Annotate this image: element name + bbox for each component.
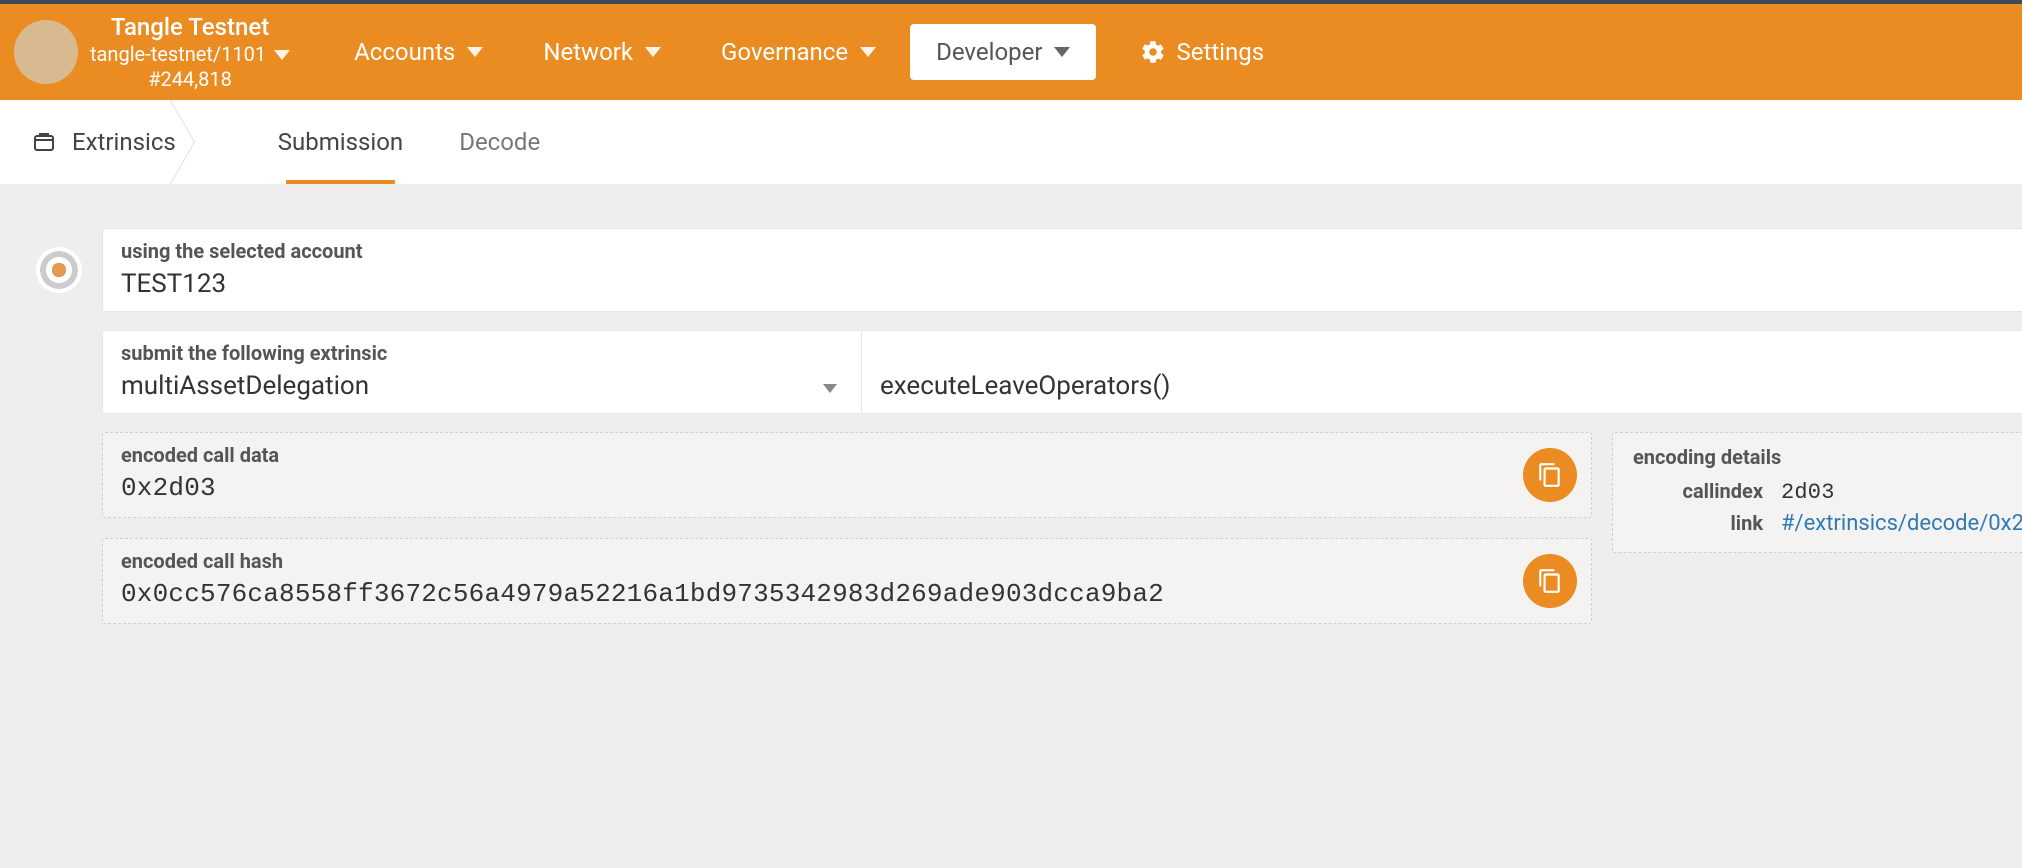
details-callindex-label: callindex bbox=[1633, 479, 1763, 503]
encoded-call-hash: encoded call hash 0x0cc576ca8558ff3672c5… bbox=[102, 538, 1592, 624]
sub-nav-bar: Extrinsics Submission Decode bbox=[0, 100, 2022, 184]
nav-settings[interactable]: Settings bbox=[1114, 24, 1290, 80]
nav-governance[interactable]: Governance bbox=[695, 24, 902, 80]
chevron-down-icon bbox=[274, 50, 290, 60]
breadcrumb-label: Extrinsics bbox=[72, 128, 176, 156]
extrinsic-row: submit the following extrinsic multiAsse… bbox=[102, 330, 2022, 414]
field-label: using the selected account bbox=[121, 239, 2022, 263]
chevron-down-icon bbox=[1054, 47, 1070, 57]
copy-icon bbox=[1537, 462, 1563, 488]
call-hash-value: 0x0cc576ca8558ff3672c56a4979a52216a1bd97… bbox=[121, 579, 1573, 609]
nav-label: Governance bbox=[721, 38, 848, 66]
account-identicon[interactable] bbox=[36, 247, 82, 293]
pallet-select[interactable]: submit the following extrinsic multiAsse… bbox=[102, 330, 862, 414]
nav-network[interactable]: Network bbox=[517, 24, 687, 80]
details-link-label: link bbox=[1633, 511, 1763, 535]
top-nav-bar: Tangle Testnet tangle-testnet/1101 #244,… bbox=[0, 0, 2022, 100]
field-label: submit the following extrinsic bbox=[121, 341, 843, 365]
breadcrumb-root[interactable]: Extrinsics bbox=[12, 100, 194, 184]
nav-label: Developer bbox=[936, 38, 1042, 66]
chevron-down-icon bbox=[823, 384, 837, 393]
block-number: #244,818 bbox=[148, 67, 232, 92]
call-select[interactable]: executeLeaveOperators() bbox=[862, 330, 2022, 414]
network-spec: tangle-testnet/1101 bbox=[90, 42, 266, 67]
chevron-down-icon bbox=[645, 47, 661, 57]
copy-icon bbox=[1537, 568, 1563, 594]
account-name: TEST123 bbox=[121, 269, 2022, 299]
chain-logo[interactable] bbox=[14, 20, 78, 84]
gear-icon bbox=[1140, 39, 1166, 65]
account-select[interactable]: using the selected account TEST123 bbox=[102, 228, 2022, 312]
copy-call-hash-button[interactable] bbox=[1523, 554, 1577, 608]
tab-decode[interactable]: Decode bbox=[431, 100, 568, 184]
chevron-down-icon bbox=[467, 47, 483, 57]
extrinsics-icon bbox=[30, 130, 58, 154]
encoded-call-data: encoded call data 0x2d03 bbox=[102, 432, 1592, 518]
nav-label: Network bbox=[543, 38, 633, 66]
network-selector[interactable]: Tangle Testnet tangle-testnet/1101 #244,… bbox=[90, 12, 290, 92]
field-label: encoded call hash bbox=[121, 549, 1573, 573]
call-data-value: 0x2d03 bbox=[121, 473, 1573, 503]
details-callindex-value: 2d03 bbox=[1781, 480, 1835, 505]
nav-accounts[interactable]: Accounts bbox=[328, 24, 509, 80]
copy-call-data-button[interactable] bbox=[1523, 448, 1577, 502]
details-title: encoding details bbox=[1633, 445, 2022, 469]
account-row: using the selected account TEST123 bbox=[36, 228, 2022, 312]
nav-developer[interactable]: Developer bbox=[910, 24, 1096, 80]
main-nav: Accounts Network Governance Developer Se… bbox=[328, 24, 1290, 80]
nav-label: Accounts bbox=[354, 38, 455, 66]
field-label: encoded call data bbox=[121, 443, 1573, 467]
tab-label: Submission bbox=[278, 128, 403, 156]
encoded-section: encoded call data 0x2d03 encoded call ha… bbox=[102, 432, 2022, 624]
encoding-details: encoding details callindex 2d03 link #/e… bbox=[1612, 432, 2022, 553]
tab-submission[interactable]: Submission bbox=[250, 100, 431, 184]
breadcrumb-separator bbox=[194, 100, 250, 184]
network-name: Tangle Testnet bbox=[111, 12, 269, 42]
details-decode-link[interactable]: #/extrinsics/decode/0x2 bbox=[1781, 511, 2022, 536]
call-value: executeLeaveOperators() bbox=[880, 347, 1170, 401]
tab-label: Decode bbox=[459, 128, 540, 156]
pallet-value: multiAssetDelegation bbox=[121, 371, 843, 401]
nav-label: Settings bbox=[1176, 38, 1264, 66]
chevron-down-icon bbox=[860, 47, 876, 57]
main-content: using the selected account TEST123 submi… bbox=[0, 184, 2022, 624]
